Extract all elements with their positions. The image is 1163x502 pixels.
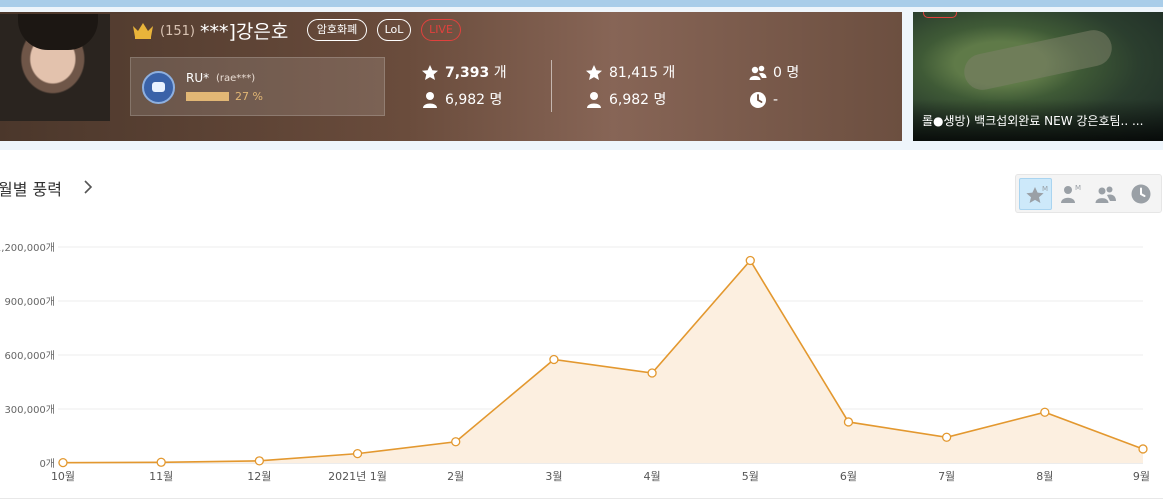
tab-time[interactable] xyxy=(1124,178,1157,210)
data-point xyxy=(941,432,952,442)
y-tick-label: 0개 xyxy=(39,458,55,470)
fanclub-progress-bar xyxy=(186,92,229,101)
live-badge[interactable]: LIVE xyxy=(421,19,461,41)
data-point xyxy=(843,417,854,427)
x-tick-label: 2021년 1월 xyxy=(328,470,387,483)
x-tick-label: 3월 xyxy=(545,470,562,483)
users-icon xyxy=(749,64,767,82)
live-thumbnail[interactable]: 롤●생방) 백크섭외완료 NEW 강은호팀.. ... xyxy=(913,12,1163,141)
user-m-icon: M xyxy=(1061,184,1081,203)
live-badge-thumb xyxy=(923,12,957,18)
data-point xyxy=(1138,444,1148,454)
star-m-icon: M xyxy=(1026,185,1048,203)
user-icon xyxy=(585,91,603,109)
fanclub-name: RU* xyxy=(186,71,210,85)
x-tick-label: 2월 xyxy=(447,470,464,483)
tag-game[interactable]: LoL xyxy=(377,19,411,41)
users-icon xyxy=(1095,186,1116,203)
stat-fans-monthly: 6,982 명 xyxy=(421,91,502,109)
data-point xyxy=(254,456,265,466)
monthly-balloon-chart: 0개 300,000개 600,000개 900,000개 1,200,000개 10월 1… xyxy=(0,242,1150,483)
y-tick-label: 900,000개 xyxy=(4,296,55,308)
clock-icon xyxy=(749,91,767,109)
data-point xyxy=(647,368,657,378)
fanclub-id: (rae***) xyxy=(216,73,256,84)
stat-balloons-total: 81,415 개 xyxy=(585,64,675,82)
data-point xyxy=(58,457,68,468)
data-point xyxy=(451,437,461,447)
data-point xyxy=(352,448,363,459)
svg-text:M: M xyxy=(1042,185,1048,193)
y-tick-label: 600,000개 xyxy=(4,350,55,362)
x-tick-label: 11월 xyxy=(149,470,173,483)
star-icon xyxy=(421,64,439,82)
y-tick-label: 1,200,000개 xyxy=(0,242,55,254)
stat-fans-total: 6,982 명 xyxy=(585,91,666,109)
tab-viewers[interactable] xyxy=(1089,178,1122,210)
series-area xyxy=(63,260,1143,463)
fanclub-box[interactable]: RU* (rae***) 27 % xyxy=(130,57,385,116)
fanclub-percent: 27 % xyxy=(235,90,263,103)
tag-category[interactable]: 암호화폐 xyxy=(307,19,367,41)
data-point xyxy=(156,457,166,467)
stats-divider xyxy=(551,60,552,112)
tab-monthly-fans[interactable]: M xyxy=(1054,178,1087,210)
tab-monthly-balloons[interactable]: M xyxy=(1019,178,1052,210)
star-icon xyxy=(585,64,603,82)
bj-level: (151) xyxy=(160,24,195,39)
stat-balloons-monthly: 7,393 개 xyxy=(421,64,507,82)
bottom-divider xyxy=(0,498,1163,499)
fanclub-logo xyxy=(142,71,175,104)
data-point xyxy=(1040,407,1050,417)
clock-icon xyxy=(1131,184,1151,204)
stat-time: - xyxy=(749,91,778,109)
section-title[interactable]: 월별 풍력 xyxy=(0,176,62,200)
x-tick-label: 7월 xyxy=(938,470,955,483)
x-tick-label: 9월 xyxy=(1133,470,1150,483)
x-tick-label: 6월 xyxy=(840,470,857,483)
data-point xyxy=(745,255,755,266)
chevron-right-icon[interactable] xyxy=(83,179,93,199)
x-tick-label: 12월 xyxy=(247,470,271,483)
y-tick-label: 300,000개 xyxy=(4,404,55,416)
x-tick-label: 5월 xyxy=(742,470,759,483)
x-tick-label: 4월 xyxy=(644,470,661,483)
broadcast-title[interactable]: 롤●생방) 백크섭외완료 NEW 강은호팀.. ... xyxy=(922,112,1158,129)
data-point xyxy=(549,354,559,365)
svg-text:M: M xyxy=(1075,184,1081,192)
stat-viewers: 0 명 xyxy=(749,64,799,82)
crown-icon xyxy=(131,20,155,44)
user-icon xyxy=(421,91,439,109)
chart-type-switcher: M M xyxy=(1015,174,1162,213)
avatar[interactable] xyxy=(0,14,110,121)
bj-name[interactable]: ***]강은호 xyxy=(200,17,288,44)
x-tick-label: 10월 xyxy=(51,470,75,483)
top-strip xyxy=(0,0,1163,7)
x-tick-label: 8월 xyxy=(1036,470,1053,483)
